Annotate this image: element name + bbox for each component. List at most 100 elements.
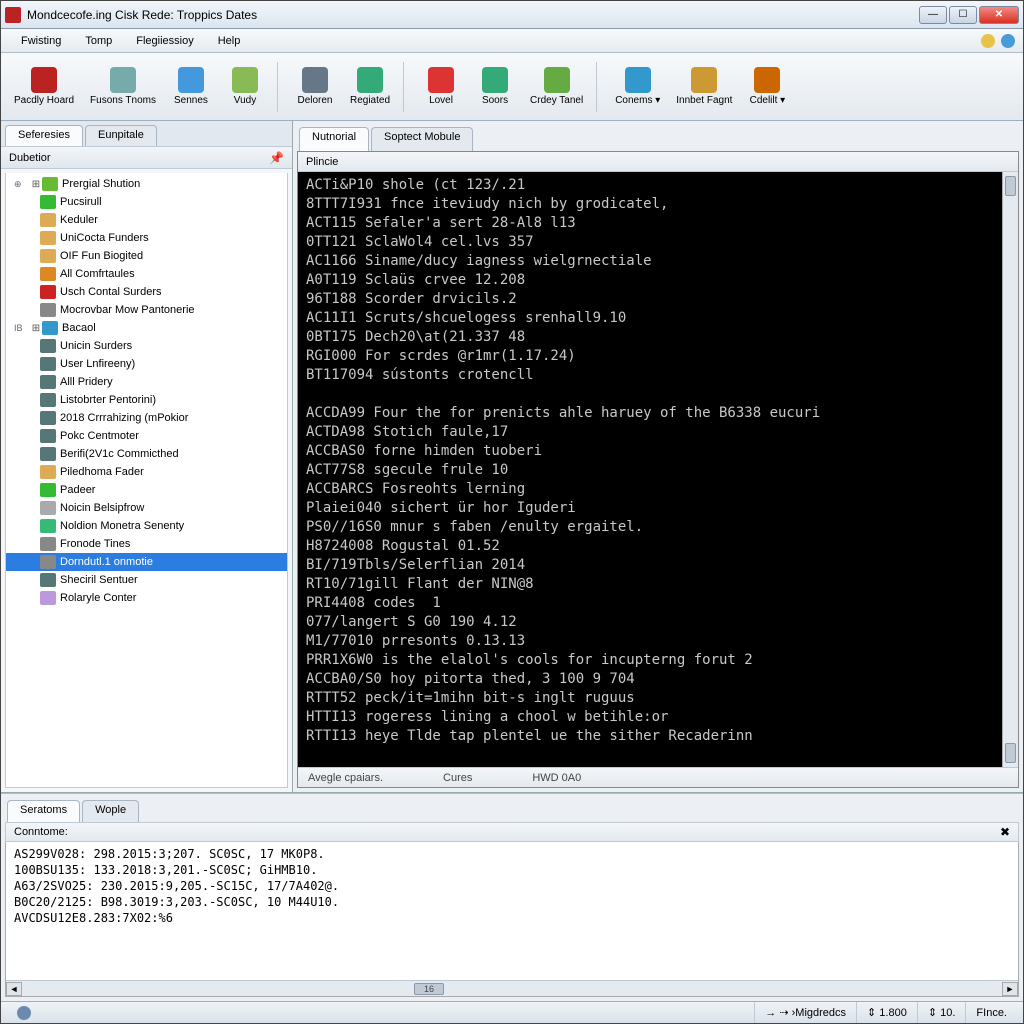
right-tab-1[interactable]: Soptect Mobule: [371, 127, 473, 151]
tree-icon: [40, 285, 56, 299]
toolbar-icon-6: [428, 67, 454, 93]
tree-item-10[interactable]: User Lnfireeny): [6, 355, 287, 373]
pin-icon[interactable]: 📌: [269, 151, 284, 165]
tree-item-8[interactable]: IB⊞Bacaol: [6, 319, 287, 337]
tree-item-12[interactable]: Listobrter Pentorini): [6, 391, 287, 409]
hscroll-left-arrow[interactable]: ◄: [6, 982, 22, 996]
tree-item-5[interactable]: All Comfrtaules: [6, 265, 287, 283]
toolbar-button-5[interactable]: Regiated: [343, 62, 397, 111]
tree-item-22[interactable]: Sheciril Sentuer: [6, 571, 287, 589]
tree-icon: [40, 573, 56, 587]
toolbar-icon-3: [232, 67, 258, 93]
minimize-button[interactable]: —: [919, 6, 947, 24]
status-cell-2: ⇕ 10.: [917, 1002, 966, 1023]
toolbar-button-7[interactable]: Soors: [469, 62, 521, 111]
tree-expander[interactable]: ⊞: [30, 323, 42, 334]
toolbar-button-6[interactable]: Lovel: [415, 62, 467, 111]
left-panel: Seferesies Eunpitale Dubetior 📌 ⊕⊞Prergi…: [1, 121, 293, 792]
toolbar-icon-4: [302, 67, 328, 93]
tree-label: Bacaol: [62, 322, 96, 334]
info-icon[interactable]: [1001, 34, 1015, 48]
scroll-thumb-bottom[interactable]: [1005, 743, 1016, 763]
tree-item-3[interactable]: UniCocta Funders: [6, 229, 287, 247]
tree-item-7[interactable]: Mocrovbar Mow Pantonerie: [6, 301, 287, 319]
left-tab-1[interactable]: Eunpitale: [85, 125, 157, 146]
toolbar-button-4[interactable]: Deloren: [289, 62, 341, 111]
maximize-button[interactable]: ☐: [949, 6, 977, 24]
tree-view[interactable]: ⊕⊞Prergial ShutionPucsirullKedulerUniCoc…: [6, 173, 287, 787]
tree-item-1[interactable]: Pucsirull: [6, 193, 287, 211]
tree-item-20[interactable]: Fronode Tines: [6, 535, 287, 553]
tree-item-2[interactable]: Keduler: [6, 211, 287, 229]
bottom-hscroll[interactable]: ◄ 16 ►: [6, 980, 1018, 996]
toolbar-button-0[interactable]: Pacdly Hoard: [7, 62, 81, 111]
toolbar-label-3: Vudy: [234, 95, 256, 106]
tree-item-17[interactable]: Padeer: [6, 481, 287, 499]
tree-item-19[interactable]: Noldion Monetra Senenty: [6, 517, 287, 535]
tree-icon: [40, 195, 56, 209]
help-icon[interactable]: [981, 34, 995, 48]
toolbar-separator: [403, 62, 409, 112]
toolbar-button-2[interactable]: Sennes: [165, 62, 217, 111]
console-status: Avegle cpaiars. Cures HWD 0A0: [298, 767, 1018, 787]
console-status-1: Cures: [443, 772, 472, 784]
hscroll-thumb[interactable]: 16: [414, 983, 444, 995]
tree-label: Berifi(2V1c Commicthed: [60, 448, 179, 460]
tree-label: OIF Fun Biogited: [60, 250, 143, 262]
status-cell-3: FInce.: [965, 1002, 1017, 1023]
tree-item-6[interactable]: Usch Contal Surders: [6, 283, 287, 301]
toolbar-button-1[interactable]: Fusons Tnoms: [83, 62, 163, 111]
tree-item-21[interactable]: Dorndutl.1 onmotie: [6, 553, 287, 571]
status-cell-0: → ⇢ ›Migdredcs: [754, 1002, 856, 1023]
tree-item-16[interactable]: Piledhoma Fader: [6, 463, 287, 481]
console-status-0: Avegle cpaiars.: [308, 772, 383, 784]
bottom-tab-0[interactable]: Seratoms: [7, 800, 80, 822]
tree-label: Pokc Centmoter: [60, 430, 139, 442]
menu-item-1[interactable]: Tomp: [73, 29, 124, 52]
toolbar-button-10[interactable]: Innbet Fagnt: [669, 62, 739, 111]
tree-item-23[interactable]: Rolaryle Conter: [6, 589, 287, 607]
console-header: Plincie: [298, 152, 1018, 172]
tree-item-0[interactable]: ⊕⊞Prergial Shution: [6, 175, 287, 193]
left-tab-0[interactable]: Seferesies: [5, 125, 83, 146]
right-tab-0[interactable]: Nutnorial: [299, 127, 369, 151]
tree-label: Unicin Surders: [60, 340, 132, 352]
bottom-tabs: Seratoms Wople: [5, 798, 1019, 822]
tree-label: Padeer: [60, 484, 95, 496]
toolbar-button-9[interactable]: Conems ▾: [608, 62, 667, 111]
tree-label: Usch Contal Surders: [60, 286, 162, 298]
tree-item-11[interactable]: Alll Pridery: [6, 373, 287, 391]
tree-icon: [40, 339, 56, 353]
tree-item-13[interactable]: 2018 Crrrahizing (mPokior: [6, 409, 287, 427]
toolbar-button-8[interactable]: Crdey Tanel: [523, 62, 590, 111]
menu-item-2[interactable]: Flegiiessioy: [124, 29, 205, 52]
tree-item-18[interactable]: Noicin Belsipfrow: [6, 499, 287, 517]
titlebar: Mondcecofe.ing Cisk Rede: Troppics Dates…: [1, 1, 1023, 29]
close-button[interactable]: ✕: [979, 6, 1019, 24]
tree-expander[interactable]: ⊞: [30, 179, 42, 190]
tree-item-9[interactable]: Unicin Surders: [6, 337, 287, 355]
hscroll-right-arrow[interactable]: ►: [1002, 982, 1018, 996]
tree-icon: [40, 483, 56, 497]
console-scrollbar[interactable]: [1002, 172, 1018, 767]
tree-icon: [40, 429, 56, 443]
toolbar-icon-9: [625, 67, 651, 93]
user-icon: [17, 1006, 31, 1020]
bottom-close-icon[interactable]: ✖: [1000, 825, 1010, 839]
tree-label: User Lnfireeny): [60, 358, 135, 370]
bottom-tab-1[interactable]: Wople: [82, 800, 139, 822]
toolbar-button-3[interactable]: Vudy: [219, 62, 271, 111]
tree-label: Alll Pridery: [60, 376, 113, 388]
menu-item-0[interactable]: Fwisting: [9, 29, 73, 52]
tree-item-4[interactable]: OIF Fun Biogited: [6, 247, 287, 265]
bottom-output[interactable]: AS299V028: 298.2015:3;207. SC0SC, 17 MK0…: [6, 842, 1018, 980]
tree-item-15[interactable]: Berifi(2V1c Commicthed: [6, 445, 287, 463]
tree-icon: [40, 465, 56, 479]
tree-icon: [40, 213, 56, 227]
status-user-icon: [7, 1002, 41, 1023]
tree-item-14[interactable]: Pokc Centmoter: [6, 427, 287, 445]
menu-item-3[interactable]: Help: [206, 29, 253, 52]
scroll-thumb-top[interactable]: [1005, 176, 1016, 196]
console-output[interactable]: ACTi&P10 shole (ct 123/.21 8TTT7I931 fnc…: [298, 172, 1002, 767]
toolbar-button-11[interactable]: Cdelilt ▾: [741, 62, 793, 111]
